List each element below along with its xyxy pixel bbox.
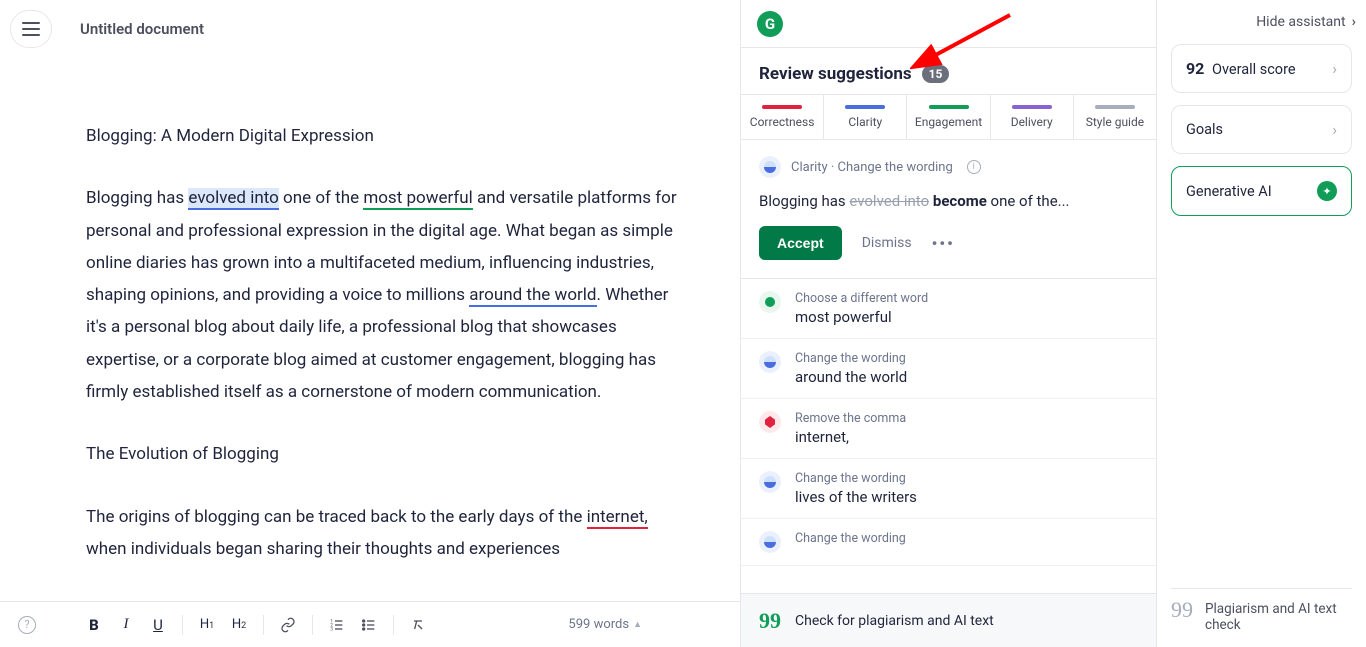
- hamburger-icon: [22, 22, 40, 36]
- separator: [312, 615, 313, 635]
- category-dot-icon: [759, 531, 781, 553]
- menu-button[interactable]: [10, 10, 52, 48]
- suggestions-panel: G Review suggestions 15 Correctness Clar…: [741, 0, 1157, 647]
- document-title[interactable]: Untitled document: [80, 20, 204, 38]
- svg-text:3: 3: [330, 626, 333, 632]
- separator: [393, 615, 394, 635]
- bold-button[interactable]: B: [80, 611, 108, 639]
- suggestions-count-badge: 15: [922, 65, 950, 83]
- accept-button[interactable]: Accept: [759, 226, 842, 260]
- suggestion-mini-category: Change the wording: [795, 471, 917, 486]
- highlight-most-powerful[interactable]: most powerful: [363, 188, 473, 210]
- tab-delivery[interactable]: Delivery: [991, 95, 1074, 139]
- suggestion-category-label: Clarity · Change the wording: [791, 160, 953, 175]
- suggestion-card[interactable]: Choose a different word most powerful: [741, 279, 1156, 339]
- info-icon[interactable]: i: [967, 160, 981, 174]
- suggestion-mini-category: Remove the comma: [795, 411, 906, 426]
- suggestion-mini-text: internet,: [795, 428, 906, 446]
- suggestion-card[interactable]: Change the wording lives of the writers: [741, 459, 1156, 519]
- suggestion-mini-text: lives of the writers: [795, 488, 917, 506]
- suggestion-mini-category: Choose a different word: [795, 291, 928, 306]
- quote-icon: 99: [1171, 601, 1193, 633]
- assistant-panel: Hide assistant ›› 92 Overall score › Goa…: [1157, 0, 1366, 647]
- italic-button[interactable]: I: [112, 611, 140, 639]
- suggestion-card[interactable]: Remove the comma internet,: [741, 399, 1156, 459]
- separator: [182, 615, 183, 635]
- more-options-button[interactable]: •••: [932, 234, 955, 253]
- suggestion-mini-text: around the world: [795, 368, 907, 386]
- tab-correctness[interactable]: Correctness: [741, 95, 824, 139]
- paragraph-2: The origins of blogging can be traced ba…: [86, 501, 678, 566]
- link-button[interactable]: [274, 611, 302, 639]
- goals-card[interactable]: Goals ›: [1171, 105, 1352, 154]
- help-icon[interactable]: ?: [18, 616, 36, 634]
- editor-pane: Untitled document Blogging: A Modern Dig…: [0, 0, 741, 647]
- suggestion-card[interactable]: Change the wording: [741, 519, 1156, 566]
- suggestion-mini-category: Change the wording: [795, 531, 906, 546]
- subheading: The Evolution of Blogging: [86, 438, 678, 470]
- numbered-list-button[interactable]: 123: [323, 611, 351, 639]
- suggestion-card[interactable]: Change the wording around the world: [741, 339, 1156, 399]
- clarity-icon: [759, 156, 781, 178]
- tab-engagement[interactable]: Engagement: [907, 95, 990, 139]
- sparkle-icon: ✦: [1317, 181, 1337, 201]
- highlight-around-the-world[interactable]: around the world: [469, 285, 596, 307]
- grammarly-logo-icon[interactable]: G: [757, 11, 783, 37]
- category-tabs: Correctness Clarity Engagement Delivery …: [741, 94, 1156, 140]
- highlight-evolved-into[interactable]: evolved into: [188, 188, 278, 210]
- suggestions-header: Review suggestions 15: [741, 48, 1156, 94]
- suggestion-card-active[interactable]: Clarity · Change the wording i Blogging …: [741, 140, 1156, 279]
- category-dot-icon: [759, 411, 781, 433]
- suggestion-mini-text: most powerful: [795, 308, 928, 326]
- dismiss-button[interactable]: Dismiss: [862, 235, 912, 251]
- paragraph-1: Blogging has evolved into one of the mos…: [86, 182, 678, 408]
- suggestions-topbar: G: [741, 0, 1156, 48]
- category-dot-icon: [759, 471, 781, 493]
- category-dot-icon: [759, 351, 781, 373]
- chevron-right-icon: ›: [1332, 59, 1337, 78]
- word-count[interactable]: 599 words▲: [568, 617, 642, 632]
- suggestions-list[interactable]: Clarity · Change the wording i Blogging …: [741, 140, 1156, 593]
- editor-body[interactable]: Blogging: A Modern Digital Expression Bl…: [0, 58, 740, 601]
- suggestions-title: Review suggestions: [759, 64, 912, 84]
- tab-style-guide[interactable]: Style guide: [1074, 95, 1156, 139]
- underline-button[interactable]: U: [144, 611, 172, 639]
- editor-toolbar: ? B I U H1 H2 123 599 words▲: [0, 601, 740, 647]
- suggestion-mini-category: Change the wording: [795, 351, 907, 366]
- generative-ai-card[interactable]: Generative AI ✦: [1171, 166, 1352, 216]
- separator: [263, 615, 264, 635]
- overall-score-card[interactable]: 92 Overall score ›: [1171, 44, 1352, 93]
- h2-button[interactable]: H2: [225, 611, 253, 639]
- bullet-list-button[interactable]: [355, 611, 383, 639]
- editor-header: Untitled document: [0, 0, 740, 58]
- chevron-right-icon: ›: [1332, 120, 1337, 139]
- highlight-internet[interactable]: internet,: [587, 507, 648, 529]
- plagiarism-check-button[interactable]: 99 Check for plagiarism and AI text: [741, 593, 1156, 647]
- clear-formatting-button[interactable]: [404, 611, 432, 639]
- plagiarism-check-label: Check for plagiarism and AI text: [795, 613, 994, 629]
- suggestion-preview: Blogging has evolved into become one of …: [759, 192, 1138, 210]
- quote-icon: 99: [759, 608, 781, 634]
- category-dot-icon: [759, 291, 781, 313]
- plagiarism-ai-check-link[interactable]: 99 Plagiarism and AI text check: [1171, 588, 1352, 633]
- doc-heading: Blogging: A Modern Digital Expression: [86, 120, 678, 152]
- hide-assistant-button[interactable]: Hide assistant ››: [1171, 14, 1352, 30]
- tab-clarity[interactable]: Clarity: [824, 95, 907, 139]
- h1-button[interactable]: H1: [193, 611, 221, 639]
